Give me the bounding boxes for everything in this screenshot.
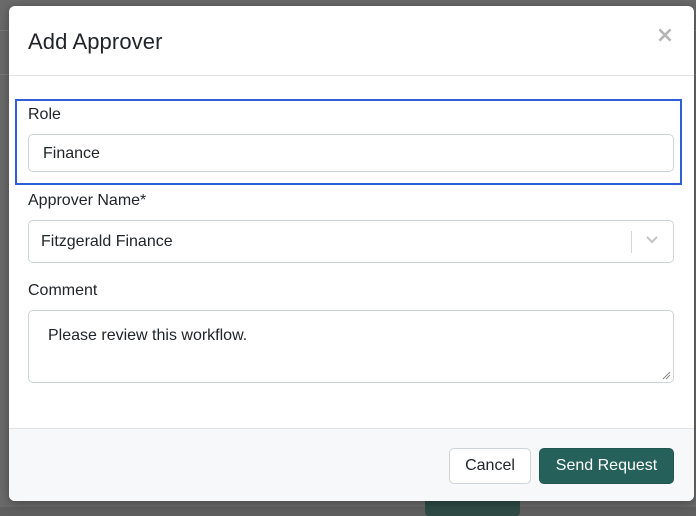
approver-name-value: Fitzgerald Finance bbox=[41, 233, 173, 250]
cancel-button[interactable]: Cancel bbox=[449, 448, 531, 484]
comment-textarea[interactable]: Please review this workflow. bbox=[28, 310, 674, 383]
dialog-title: Add Approver bbox=[28, 29, 163, 54]
approver-name-label: Approver Name* bbox=[28, 192, 147, 209]
comment-label: Comment bbox=[28, 282, 98, 299]
close-icon[interactable]: × bbox=[655, 25, 675, 47]
role-input[interactable]: Finance bbox=[28, 134, 674, 172]
add-approver-dialog: Add Approver × Role Finance Approver Nam… bbox=[9, 6, 694, 501]
role-label: Role bbox=[28, 106, 61, 123]
send-request-button[interactable]: Send Request bbox=[539, 448, 674, 484]
dialog-footer: Cancel Send Request bbox=[9, 428, 694, 501]
comment-value: Please review this workflow. bbox=[48, 327, 248, 344]
resize-handle-icon[interactable] bbox=[662, 371, 671, 380]
chevron-down-icon[interactable] bbox=[645, 235, 659, 245]
select-divider bbox=[631, 231, 632, 253]
approver-name-select[interactable]: Fitzgerald Finance bbox=[28, 220, 674, 263]
dialog-header: Add Approver × bbox=[9, 6, 694, 76]
role-value: Finance bbox=[43, 145, 100, 162]
